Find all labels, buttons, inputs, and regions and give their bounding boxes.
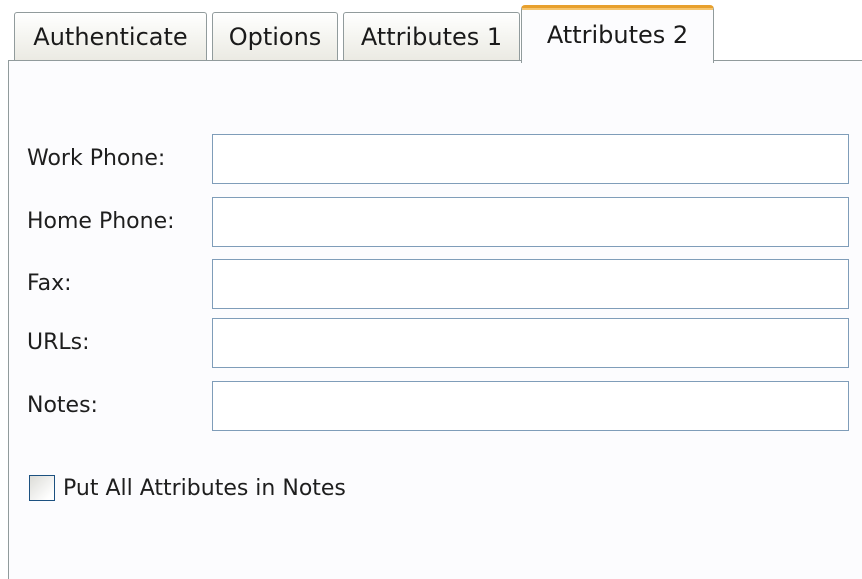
work-phone-row: Work Phone: [9, 134, 862, 184]
fax-field[interactable] [212, 259, 849, 309]
home-phone-label: Home Phone: [27, 209, 175, 234]
fax-label: Fax: [27, 271, 72, 296]
home-phone-field[interactable] [212, 197, 849, 247]
home-phone-row: Home Phone: [9, 197, 862, 247]
tab-strip: Authenticate Options Attributes 1 Attrib… [0, 0, 862, 63]
tab-attributes-2[interactable]: Attributes 2 [521, 5, 714, 63]
tab-authenticate[interactable]: Authenticate [14, 12, 207, 60]
tab-panel-attributes-2: Work Phone: Home Phone: Fax: URLs: Notes… [8, 60, 862, 579]
put-all-attributes-checkbox[interactable] [29, 475, 55, 501]
notes-row: Notes: [9, 381, 862, 431]
put-all-attributes-label: Put All Attributes in Notes [63, 475, 346, 501]
fax-row: Fax: [9, 259, 862, 309]
notes-label: Notes: [27, 393, 98, 418]
put-all-attributes-option[interactable]: Put All Attributes in Notes [29, 473, 346, 503]
urls-field[interactable] [212, 318, 849, 368]
urls-row: URLs: [9, 318, 862, 368]
tab-attributes-1[interactable]: Attributes 1 [343, 12, 520, 60]
tab-options[interactable]: Options [212, 12, 338, 60]
urls-label: URLs: [27, 330, 90, 355]
work-phone-field[interactable] [212, 134, 849, 184]
attributes-dialog: Authenticate Options Attributes 1 Attrib… [0, 0, 862, 579]
work-phone-label: Work Phone: [27, 146, 166, 171]
notes-field[interactable] [212, 381, 849, 431]
